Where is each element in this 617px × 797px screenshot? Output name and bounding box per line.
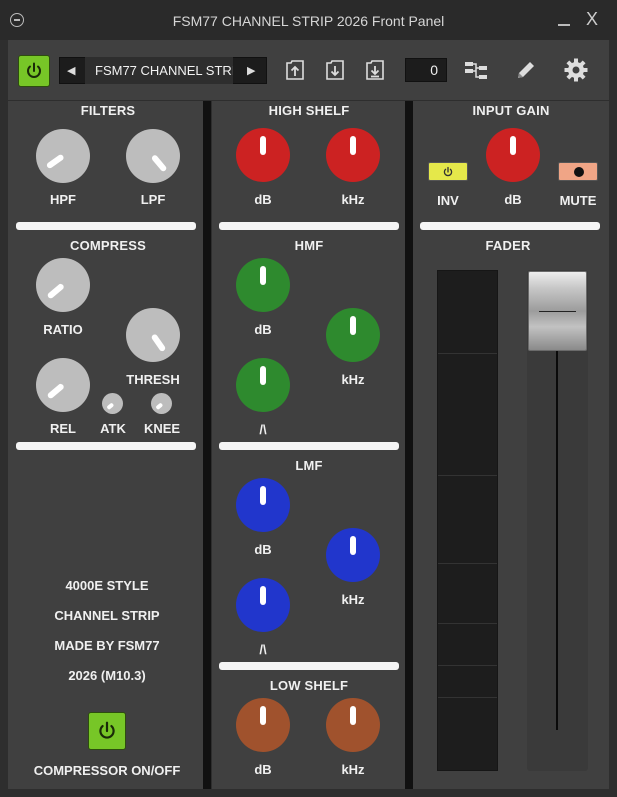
power-icon: [27, 62, 41, 78]
routing-icon[interactable]: [463, 59, 489, 83]
info-line: 4000E STYLE: [65, 578, 149, 593]
release-knob[interactable]: [36, 358, 90, 412]
meter-gridline: [438, 665, 497, 666]
lmf-khz-label: kHz: [341, 592, 365, 607]
low-shelf-gain-knob[interactable]: [236, 698, 290, 752]
lpf-label: LPF: [140, 192, 166, 207]
low-shelf-title: LOW SHELF: [269, 678, 349, 693]
hpf-knob[interactable]: [36, 129, 90, 183]
threshold-label: THRESH: [126, 372, 180, 387]
meter-gridline: [438, 353, 497, 354]
attack-label: ATK: [100, 421, 126, 436]
power-icon: [99, 721, 115, 739]
invert-phase-button[interactable]: [428, 162, 468, 181]
knee-label: KNEE: [143, 421, 181, 436]
ratio-label: RATIO: [43, 322, 83, 337]
hmf-db-label: dB: [254, 322, 272, 337]
hmf-q-label: /\: [259, 422, 267, 437]
previous-preset-button[interactable]: ◀: [67, 64, 75, 77]
level-meter: [437, 270, 498, 771]
power-icon: [443, 166, 453, 177]
mute-label: MUTE: [559, 193, 597, 208]
lmf-gain-knob[interactable]: [236, 478, 290, 532]
info-line: 2026 (M10.3): [68, 668, 146, 683]
knee-knob[interactable]: [151, 393, 172, 414]
high-shelf-gain-knob[interactable]: [236, 128, 290, 182]
next-preset-button[interactable]: ▶: [247, 64, 255, 77]
lpf-knob[interactable]: [126, 129, 180, 183]
panel-divider: [405, 101, 413, 789]
section-separator: [219, 662, 399, 670]
close-icon[interactable]: X: [586, 9, 598, 30]
low-shelf-khz-label: kHz: [341, 762, 365, 777]
window-title: FSM77 CHANNEL STRIP 2026 Front Panel: [172, 13, 445, 29]
input-gain-db-label: dB: [504, 192, 522, 207]
input-gain-title: INPUT GAIN: [472, 103, 550, 118]
invert-label: INV: [437, 193, 459, 208]
section-separator: [219, 442, 399, 450]
instance-counter[interactable]: 0: [405, 58, 447, 82]
section-separator: [420, 222, 600, 230]
compressor-toggle-label: COMPRESSOR ON/OFF: [33, 763, 181, 778]
compressor-power-button[interactable]: [88, 712, 126, 750]
hmf-freq-knob[interactable]: [326, 308, 380, 362]
threshold-knob[interactable]: [126, 308, 180, 362]
lmf-freq-knob[interactable]: [326, 528, 380, 582]
download-to-icon[interactable]: [363, 58, 387, 82]
fader-handle[interactable]: [528, 271, 587, 351]
section-separator: [16, 222, 196, 230]
lmf-db-label: dB: [254, 542, 272, 557]
fader-title: FADER: [485, 238, 531, 253]
mute-indicator-icon: [574, 167, 584, 177]
meter-gridline: [438, 697, 497, 698]
section-separator: [219, 222, 399, 230]
meter-gridline: [438, 623, 497, 624]
pencil-icon[interactable]: [514, 58, 538, 82]
info-line: CHANNEL STRIP: [54, 608, 160, 623]
low-shelf-freq-knob[interactable]: [326, 698, 380, 752]
meter-gridline: [438, 475, 497, 476]
panel-divider: [203, 101, 211, 789]
compress-title: COMPRESS: [69, 238, 146, 253]
attack-knob[interactable]: [102, 393, 123, 414]
high-shelf-freq-knob[interactable]: [326, 128, 380, 182]
hmf-gain-knob[interactable]: [236, 258, 290, 312]
meter-gridline: [438, 563, 497, 564]
lmf-title: LMF: [295, 458, 323, 473]
ratio-knob[interactable]: [36, 258, 90, 312]
input-gain-knob[interactable]: [486, 128, 540, 182]
mute-button[interactable]: [558, 162, 598, 181]
download-icon[interactable]: [323, 58, 347, 82]
section-separator: [16, 442, 196, 450]
preset-name[interactable]: FSM77 CHANNEL STRIP 2026: [85, 57, 233, 84]
lmf-q-label: /\: [259, 642, 267, 657]
filters-title: FILTERS: [80, 103, 136, 118]
upload-icon[interactable]: [283, 58, 307, 82]
release-label: REL: [50, 421, 76, 436]
minimize-icon[interactable]: [558, 24, 570, 26]
hpf-label: HPF: [50, 192, 76, 207]
fader-slot: [556, 345, 558, 730]
info-line: MADE BY FSM77: [54, 638, 160, 653]
high-shelf-db-label: dB: [254, 192, 272, 207]
hmf-q-knob[interactable]: [236, 358, 290, 412]
lmf-q-knob[interactable]: [236, 578, 290, 632]
plugin-power-button[interactable]: [18, 55, 50, 87]
hmf-title: HMF: [294, 238, 324, 253]
low-shelf-db-label: dB: [254, 762, 272, 777]
high-shelf-khz-label: kHz: [341, 192, 365, 207]
high-shelf-title: HIGH SHELF: [268, 103, 350, 118]
gear-icon[interactable]: [563, 57, 589, 83]
hmf-khz-label: kHz: [341, 372, 365, 387]
